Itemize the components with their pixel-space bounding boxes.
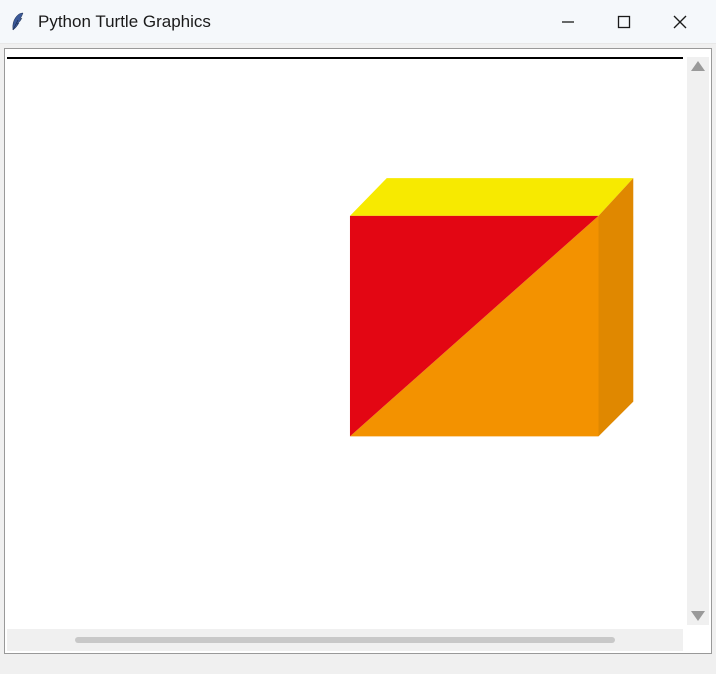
minimize-button[interactable] (540, 0, 596, 44)
turtle-canvas[interactable] (7, 57, 683, 625)
cube-top-face (350, 178, 633, 216)
scroll-track (75, 637, 616, 643)
turtle-drawing (7, 59, 683, 625)
window-controls (540, 0, 708, 44)
canvas-container (4, 48, 712, 654)
cube-side-face (599, 178, 634, 436)
maximize-button[interactable] (596, 0, 652, 44)
horizontal-scrollbar[interactable] (7, 629, 683, 651)
scroll-up-icon (691, 61, 705, 71)
scroll-down-icon (691, 611, 705, 621)
client-area (0, 44, 716, 674)
minimize-icon (561, 15, 575, 29)
feather-icon (8, 12, 28, 32)
close-button[interactable] (652, 0, 708, 44)
titlebar: Python Turtle Graphics (0, 0, 716, 44)
vertical-scrollbar[interactable] (687, 57, 709, 625)
close-icon (672, 14, 688, 30)
window-title: Python Turtle Graphics (38, 12, 540, 32)
maximize-icon (617, 15, 631, 29)
